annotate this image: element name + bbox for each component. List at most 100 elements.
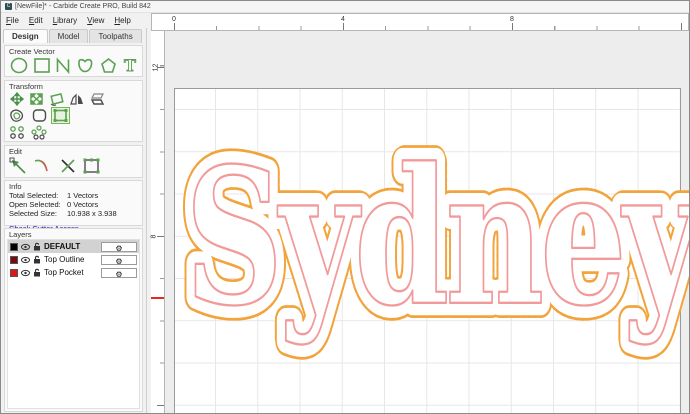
trim-vectors-tool[interactable] (59, 157, 77, 175)
layer-name: DEFAULT (44, 242, 98, 251)
edit-title: Edit (5, 146, 142, 156)
rectangle-icon (35, 59, 49, 72)
tab-model[interactable]: Model (49, 29, 89, 43)
word-vector-outline[interactable]: Sydney (185, 127, 689, 348)
info-label: Open Selected: (9, 200, 67, 209)
circular-array-icon (32, 126, 46, 139)
rotate-tool[interactable] (48, 92, 65, 106)
layers-group: Layers DEFAULT⚙Top Outline⚙Top Pocket⚙ (4, 228, 143, 412)
menu-bar: FileEditLibraryViewHelp (1, 13, 151, 28)
scale-icon (31, 94, 42, 104)
join-vectors-tool[interactable] (81, 157, 103, 175)
info-title: Info (5, 181, 142, 191)
title-bar: C [NewFile]* - Carbide Create PRO, Build… (1, 1, 689, 13)
curve-icon (79, 60, 92, 72)
curve-edit-tool[interactable] (33, 157, 55, 175)
text-icon: T (124, 57, 136, 74)
eye-icon[interactable] (21, 243, 30, 251)
layers-title: Layers (5, 229, 142, 239)
layer-settings-button[interactable]: ⚙ (101, 255, 137, 265)
mode-tabs: DesignModelToolpaths (3, 29, 143, 43)
circular-array-tool[interactable] (30, 125, 48, 140)
lock-icon[interactable] (33, 268, 41, 277)
layers-list: DEFAULT⚙Top Outline⚙Top Pocket⚙ (7, 239, 140, 409)
app-icon: C (5, 3, 12, 10)
ruler-left: 128 (151, 31, 165, 413)
ruler-corner (151, 13, 165, 31)
curve-tool[interactable] (76, 57, 95, 74)
menu-help[interactable]: Help (109, 14, 135, 27)
design-canvas[interactable]: Sydney Sydney Sydney (165, 31, 689, 413)
fillet-icon (34, 110, 46, 121)
curve-edit-icon (35, 160, 47, 171)
transform-group: Transform (4, 80, 143, 142)
info-label: Selected Size: (9, 209, 67, 218)
mirror-tool[interactable] (69, 92, 85, 106)
polyline-icon (58, 60, 69, 73)
lock-icon[interactable] (33, 255, 41, 264)
polyline-tool[interactable] (55, 57, 72, 74)
offset-icon (11, 110, 23, 121)
eye-icon[interactable] (21, 256, 30, 264)
scale-tool[interactable] (29, 92, 44, 106)
ruler-top-label: 8 (510, 16, 514, 23)
cursor-position-marker (151, 297, 164, 299)
linear-array-tool[interactable] (9, 125, 26, 140)
layer-settings-button[interactable]: ⚙ (101, 268, 137, 278)
offset-selected-icon (54, 109, 68, 122)
layer-name: Top Outline (44, 255, 98, 264)
lock-icon[interactable] (33, 242, 41, 251)
layer-row-default[interactable]: DEFAULT⚙ (8, 240, 139, 253)
polygon-tool[interactable] (99, 57, 118, 74)
info-value: 10.938 x 3.938 (67, 209, 117, 218)
fillet-tool[interactable] (31, 108, 48, 123)
info-group: Info Total Selected:1 VectorsOpen Select… (4, 180, 143, 226)
offset-selected-tool[interactable] (52, 108, 69, 123)
eye-icon[interactable] (21, 269, 30, 277)
create-vector-group: Create Vector T (4, 45, 143, 77)
rotate-icon (51, 94, 63, 105)
node-edit-tool[interactable] (9, 157, 29, 175)
layer-color-swatch[interactable] (10, 269, 18, 277)
move-tool[interactable] (9, 92, 25, 106)
circle-tool[interactable] (9, 57, 29, 74)
layer-name: Top Pocket (44, 268, 98, 277)
shear-tool[interactable] (89, 92, 105, 106)
node-edit-icon (10, 158, 25, 173)
info-label: Total Selected: (9, 191, 67, 200)
rectangle-tool[interactable] (33, 57, 51, 74)
menu-edit[interactable]: Edit (24, 14, 48, 27)
design-panel: DesignModelToolpaths Create Vector (1, 28, 147, 413)
offset-tool[interactable] (9, 108, 27, 123)
transform-title: Transform (5, 81, 142, 91)
ruler-top-major-ticks (164, 23, 688, 30)
info-value: 1 Vectors (67, 191, 98, 200)
text-tool[interactable]: T (122, 57, 138, 74)
design-artwork[interactable]: Sydney Sydney Sydney (165, 31, 689, 413)
window-title: [NewFile]* - Carbide Create PRO, Build 8… (15, 3, 151, 10)
layer-settings-button[interactable]: ⚙ (101, 242, 137, 252)
tab-toolpaths[interactable]: Toolpaths (89, 29, 141, 43)
app-window: C [NewFile]* - Carbide Create PRO, Build… (0, 0, 690, 414)
ruler-top: 048 (164, 13, 689, 31)
info-row: Open Selected:0 Vectors (5, 200, 142, 209)
info-row: Selected Size:10.938 x 3.938 (5, 209, 142, 218)
menu-view[interactable]: View (82, 14, 109, 27)
layer-row-top-outline[interactable]: Top Outline⚙ (8, 253, 139, 266)
layer-color-swatch[interactable] (10, 243, 18, 251)
tab-design[interactable]: Design (3, 29, 48, 43)
join-vectors-icon (84, 159, 100, 174)
move-icon (11, 93, 23, 105)
info-value: 0 Vectors (67, 200, 98, 209)
mirror-icon (71, 95, 83, 104)
menu-library[interactable]: Library (48, 14, 82, 27)
info-row: Total Selected:1 Vectors (5, 191, 142, 200)
layer-color-swatch[interactable] (10, 256, 18, 264)
menu-file[interactable]: File (1, 14, 24, 27)
trim-vectors-icon (62, 160, 74, 172)
linear-array-icon (11, 127, 23, 138)
ruler-left-label: 8 (150, 235, 157, 239)
layer-row-top-pocket[interactable]: Top Pocket⚙ (8, 266, 139, 279)
ruler-left-major-ticks (157, 31, 164, 413)
ruler-top-label: 0 (172, 16, 176, 23)
